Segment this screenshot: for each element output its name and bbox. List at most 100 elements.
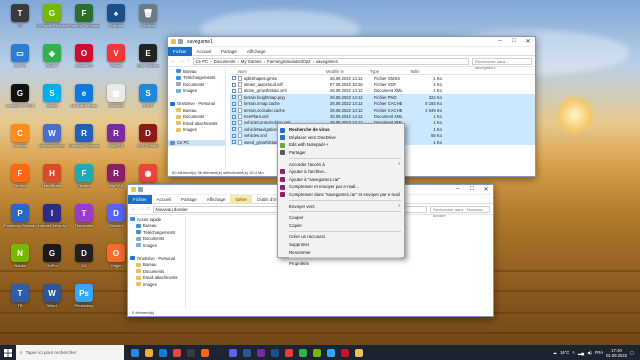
row-checkbox[interactable] bbox=[232, 82, 236, 87]
taskbar-app-icon[interactable] bbox=[310, 345, 324, 360]
search-input[interactable]: Rechercher dans : Nouveau dossier bbox=[430, 205, 490, 218]
notifications-icon[interactable]: ▢ bbox=[630, 350, 634, 355]
row-checkbox[interactable]: ✓ bbox=[232, 101, 236, 106]
desktop-icon[interactable]: F Firefox bbox=[4, 164, 36, 196]
desktop-icon[interactable]: T Transcribe bbox=[68, 204, 100, 236]
row-checkbox[interactable]: ✓ bbox=[232, 120, 236, 125]
maximize-button[interactable]: □ bbox=[507, 38, 521, 45]
context-menu-item[interactable]: Partager bbox=[278, 149, 404, 157]
row-checkbox[interactable] bbox=[232, 76, 236, 81]
chevron-right-icon[interactable]: › bbox=[312, 59, 313, 64]
desktop-icon[interactable]: S SHOP bbox=[132, 84, 164, 116]
nav-item[interactable]: Ce PC bbox=[168, 139, 225, 146]
context-menu-item[interactable]: Supprimer bbox=[278, 241, 404, 249]
desktop-icon[interactable]: E Epic Games bbox=[132, 44, 164, 76]
ribbon-tab[interactable]: Accueil bbox=[192, 47, 217, 56]
chevron-right-icon[interactable]: › bbox=[237, 59, 238, 64]
maximize-button[interactable]: □ bbox=[465, 186, 479, 193]
column-date[interactable]: Modifié le bbox=[326, 69, 370, 74]
start-button[interactable] bbox=[0, 345, 16, 360]
chevron-right-icon[interactable]: › bbox=[210, 59, 211, 64]
ribbon-tab[interactable]: Partage bbox=[176, 195, 202, 204]
nav-item[interactable]: Images bbox=[128, 281, 185, 288]
forward-arrow-icon[interactable]: → bbox=[139, 206, 144, 212]
chevron-right-icon[interactable]: › bbox=[264, 59, 265, 64]
context-menu-item[interactable]: Copier bbox=[278, 222, 404, 230]
desktop-icon[interactable]: R Windows Recorder bbox=[68, 124, 100, 156]
context-menu-item[interactable]: Recherche de virus bbox=[278, 126, 404, 134]
desktop-icon[interactable]: H HandBrake bbox=[36, 164, 68, 196]
close-button[interactable]: ✕ bbox=[479, 186, 493, 193]
breadcrumb-item[interactable]: My Games bbox=[241, 59, 262, 64]
row-checkbox[interactable]: ✓ bbox=[232, 140, 236, 145]
context-menu-item[interactable]: Compresser dans "savegame1.rar" et envoy… bbox=[278, 191, 404, 199]
desktop-icon[interactable]: ♠ Solitaire bbox=[100, 4, 132, 36]
desktop-icon[interactable]: ◆ Sims 4 bbox=[36, 44, 68, 76]
quick-access-icon[interactable] bbox=[178, 39, 183, 44]
quick-access-icon[interactable] bbox=[138, 187, 143, 192]
ribbon-tab[interactable]: Fichier bbox=[128, 194, 152, 204]
desktop-icon[interactable]: ▦ mcrosoft bbox=[100, 84, 132, 116]
row-checkbox[interactable]: ✓ bbox=[232, 114, 236, 119]
taskbar-search-input[interactable]: ⌕ Taper ici pour rechercher bbox=[16, 345, 124, 360]
breadcrumb-item[interactable]: savegame1 bbox=[316, 59, 338, 64]
desktop-icon[interactable]: F Filmora bbox=[68, 164, 100, 196]
context-menu-item[interactable]: Envoyer vers › bbox=[278, 202, 404, 210]
network-icon[interactable]: ▂▄ bbox=[578, 350, 584, 355]
row-checkbox[interactable] bbox=[232, 88, 236, 93]
taskbar-app-icon[interactable] bbox=[240, 345, 254, 360]
desktop-icon[interactable]: D DVD Studio bbox=[132, 124, 164, 156]
up-arrow-icon[interactable]: ↑ bbox=[187, 58, 190, 64]
desktop-icon[interactable]: N Nvidia bbox=[4, 244, 36, 276]
taskbar-app-icon[interactable] bbox=[156, 345, 170, 360]
volume-icon[interactable]: ◀) bbox=[587, 350, 592, 355]
desktop-icon[interactable]: PPokémon Showdown bbox=[4, 204, 36, 236]
back-arrow-icon[interactable]: ← bbox=[131, 206, 136, 212]
desktop-icon[interactable]: O Opera GX bbox=[68, 44, 100, 76]
taskbar-app-icon[interactable] bbox=[170, 345, 184, 360]
desktop-icon[interactable]: ▭ Ce PC bbox=[4, 44, 36, 76]
desktop-icon[interactable]: Ps Photoshop bbox=[68, 284, 100, 316]
context-menu-item[interactable]: Couper bbox=[278, 214, 404, 222]
minimize-button[interactable]: – bbox=[451, 186, 465, 193]
context-menu-item[interactable]: Propriétés bbox=[278, 260, 404, 268]
desktop-icon[interactable]: R WinRAR bbox=[100, 124, 132, 156]
weather-icon[interactable]: ☁ bbox=[553, 350, 557, 355]
context-menu-item[interactable]: Accorder l'accès à › bbox=[278, 160, 404, 168]
breadcrumb-item[interactable]: Ce PC bbox=[196, 59, 209, 64]
ribbon-tab[interactable]: Accueil bbox=[152, 195, 177, 204]
breadcrumb-item[interactable]: FarmingSimulator2022 bbox=[267, 59, 310, 64]
chevron-up-icon[interactable]: ˄ bbox=[572, 350, 574, 355]
ribbon-tab[interactable]: Affichage bbox=[202, 195, 231, 204]
taskbar-app-icon[interactable] bbox=[324, 345, 338, 360]
taskbar-app-icon[interactable] bbox=[128, 345, 142, 360]
desktop-icon[interactable]: T TB bbox=[4, 284, 36, 316]
desktop-icon[interactable]: S Skype bbox=[36, 84, 68, 116]
weather-temp[interactable]: 16°C bbox=[560, 350, 569, 355]
row-checkbox[interactable]: ✓ bbox=[232, 133, 236, 138]
desktop-icon[interactable]: W Microsoft Web bbox=[36, 124, 68, 156]
context-menu-item[interactable]: Ajouter à l'archive... bbox=[278, 168, 404, 176]
taskbar-app-icon[interactable] bbox=[296, 345, 310, 360]
forward-arrow-icon[interactable]: → bbox=[179, 58, 184, 64]
breadcrumb-item[interactable]: Documents bbox=[214, 59, 236, 64]
desktop-icon[interactable]: W Word bbox=[36, 284, 68, 316]
desktop-icon[interactable]: e Microsoft Edge bbox=[68, 84, 100, 116]
back-arrow-icon[interactable]: ← bbox=[171, 58, 176, 64]
taskbar-app-icon[interactable] bbox=[338, 345, 352, 360]
context-menu-item[interactable]: Déplacer vers OneDrive bbox=[278, 134, 404, 142]
row-checkbox[interactable]: ✓ bbox=[232, 95, 236, 100]
language-indicator[interactable]: FRA bbox=[595, 350, 603, 355]
desktop-icon[interactable]: V Vivaldi bbox=[100, 44, 132, 76]
column-size[interactable]: Taille bbox=[410, 69, 438, 74]
up-arrow-icon[interactable]: ↑ bbox=[147, 206, 150, 212]
taskbar-app-icon[interactable] bbox=[198, 345, 212, 360]
taskbar-app-icon[interactable] bbox=[226, 345, 240, 360]
taskbar-app-icon[interactable] bbox=[212, 345, 226, 360]
taskbar-app-icon[interactable] bbox=[254, 345, 268, 360]
ribbon-tab[interactable]: Fichier bbox=[168, 46, 192, 56]
breadcrumb-item[interactable]: Nouveau dossier bbox=[156, 207, 188, 212]
desktop-icon[interactable]: D D4 bbox=[68, 244, 100, 276]
close-button[interactable]: ✕ bbox=[521, 38, 535, 45]
ribbon-context-tab[interactable]: Gérer bbox=[230, 194, 252, 204]
